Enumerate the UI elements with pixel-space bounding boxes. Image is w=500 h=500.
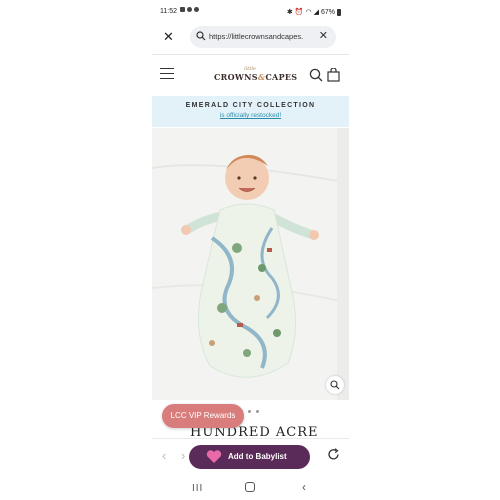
promo-banner[interactable]: EMERALD CITY COLLECTION is officially re… — [152, 96, 349, 127]
product-image[interactable] — [152, 128, 349, 400]
recents-icon[interactable]: III — [192, 483, 203, 494]
battery-icon — [337, 8, 341, 16]
search-icon[interactable] — [309, 68, 323, 82]
url-bar[interactable]: https://littlecrownsandcapes. ✕ — [190, 26, 336, 48]
babylist-label: Add to Babylist — [228, 452, 287, 461]
wifi-icon: ◠ — [305, 9, 312, 16]
status-bar: 11:52 ✱ ⏰ ◠ ◢ 67% — [152, 0, 349, 22]
gallery-icon — [180, 7, 185, 12]
site-logo[interactable]: little CROWNS&CAPES — [214, 66, 297, 82]
banner-title: EMERALD CITY COLLECTION — [185, 102, 316, 109]
url-text[interactable]: https://littlecrownsandcapes. — [209, 32, 309, 41]
divider — [152, 54, 349, 55]
browser-toolbar: ‹ › Add to Babylist — [152, 438, 349, 475]
menu-icon[interactable] — [160, 68, 174, 82]
logo-word-right: CAPES — [265, 72, 298, 82]
clear-icon[interactable]: ✕ — [319, 29, 328, 42]
zoom-button[interactable] — [326, 376, 344, 394]
pagination-dot[interactable] — [256, 410, 259, 413]
site-header: little CROWNS&CAPES — [152, 58, 349, 94]
signal-icon: ◢ — [313, 9, 319, 16]
reload-icon[interactable] — [327, 448, 340, 461]
battery-percent: 67% — [320, 8, 335, 16]
add-to-babylist-button[interactable]: Add to Babylist — [189, 445, 310, 469]
close-icon[interactable]: ✕ — [163, 29, 174, 45]
notification-icons — [180, 7, 199, 12]
status-right: ✱ ⏰ ◠ ◢ 67% — [287, 8, 341, 16]
cloud-icon — [194, 7, 199, 12]
vip-rewards-button[interactable]: LCC VIP Rewards — [162, 404, 244, 428]
heart-icon — [206, 450, 222, 463]
banner-link[interactable]: is officially restocked! — [152, 112, 349, 119]
chevron-left-icon[interactable]: ‹ — [162, 448, 166, 463]
pagination-dot[interactable] — [248, 410, 251, 413]
search-icon — [196, 31, 206, 41]
zoom-icon — [330, 380, 340, 390]
phone-screen: 11:52 ✱ ⏰ ◠ ◢ 67% ✕ https://littlecrowns… — [152, 0, 349, 500]
shopping-bag-icon[interactable] — [327, 68, 340, 82]
status-time: 11:52 — [160, 8, 177, 15]
browser-url-row: ✕ https://littlecrownsandcapes. ✕ — [152, 24, 349, 52]
messenger-icon — [187, 7, 192, 12]
logo-main-text: CROWNS&CAPES — [214, 72, 297, 82]
android-nav-bar: III ‹ — [152, 474, 349, 500]
logo-word-left: CROWNS — [214, 72, 258, 82]
home-icon[interactable] — [245, 482, 255, 492]
alarm-icon: ⏰ — [294, 9, 304, 16]
bluetooth-icon: ✱ — [286, 9, 293, 16]
chevron-right-icon[interactable]: › — [181, 448, 185, 463]
back-icon[interactable]: ‹ — [302, 480, 306, 494]
baby-sleep-sack-photo — [152, 128, 349, 400]
